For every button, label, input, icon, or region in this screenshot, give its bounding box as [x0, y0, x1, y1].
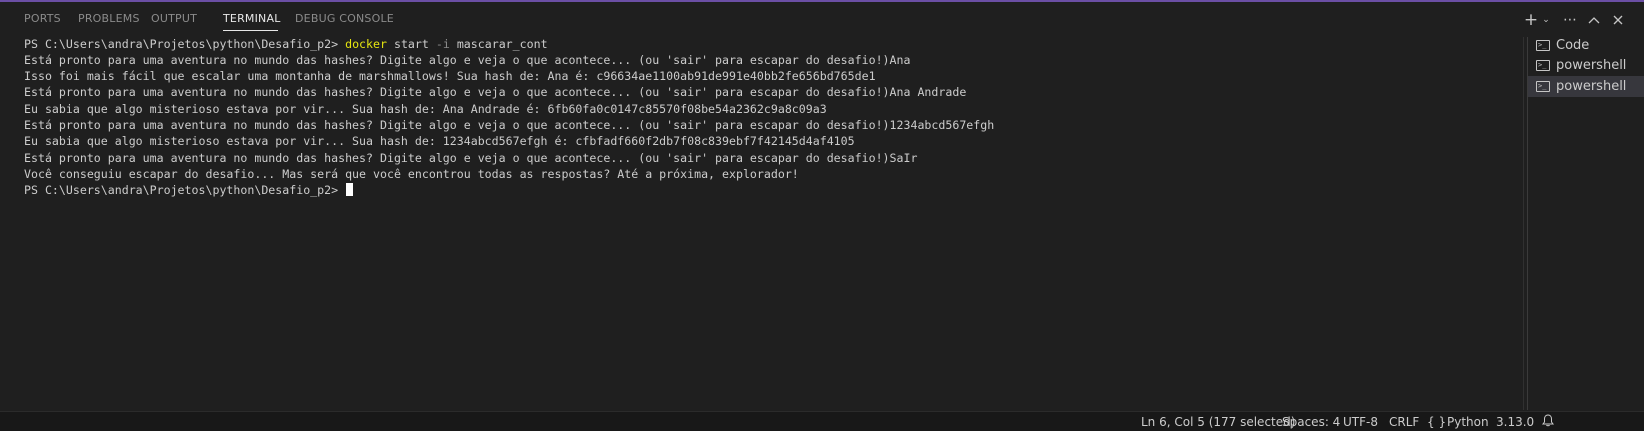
panel-actions: + ⌄ ⋯	[1515, 10, 1644, 30]
terminal-output[interactable]: PS C:\Users\andra\Projetos\python\Desafi…	[0, 35, 1525, 411]
terminal-item-label: powershell	[1556, 58, 1627, 73]
terminal-cursor	[346, 183, 354, 196]
command-line: PS C:\Users\andra\Projetos\python\Desafi…	[24, 36, 548, 53]
status-python-version[interactable]: 3.13.0	[1496, 415, 1534, 429]
tab-debug-console[interactable]: DEBUG CONSOLE	[295, 12, 394, 25]
terminal-icon: >_	[1536, 81, 1550, 92]
command-flag: -i	[435, 37, 450, 51]
tab-output[interactable]: OUTPUT	[151, 12, 197, 25]
status-bar: Ln 6, Col 5 (177 selected) Spaces: 4 UTF…	[0, 411, 1644, 431]
ellipsis-icon[interactable]: ⋯	[1559, 10, 1581, 30]
output-line: Você conseguiu escapar do desafio... Mas…	[24, 167, 799, 181]
terminal-icon: >_	[1536, 60, 1550, 71]
terminal-scrollbar[interactable]	[1523, 37, 1524, 410]
output-line: Está pronto para uma aventura no mundo d…	[24, 151, 918, 165]
status-indentation[interactable]: Spaces: 4	[1282, 415, 1340, 429]
command-name: docker	[345, 37, 387, 51]
panel-tab-bar: PORTS PROBLEMS OUTPUT TERMINAL DEBUG CON…	[0, 2, 1644, 35]
terminal-item-powershell-active[interactable]: >_ powershell	[1528, 76, 1644, 97]
command-arg: mascarar_cont	[456, 37, 548, 51]
braces-icon[interactable]: { }	[1427, 415, 1446, 429]
output-line: Está pronto para uma aventura no mundo d…	[24, 118, 995, 132]
final-prompt-line: PS C:\Users\andra\Projetos\python\Desafi…	[24, 182, 354, 199]
output-line: Eu sabia que algo misterioso estava por …	[24, 102, 827, 116]
terminal-item-powershell[interactable]: >_ powershell	[1528, 55, 1644, 76]
prompt: PS C:\Users\andra\Projetos\python\Desafi…	[24, 37, 339, 51]
command-arg: start	[393, 37, 429, 51]
tab-problems[interactable]: PROBLEMS	[78, 12, 140, 25]
terminal-item-label: powershell	[1556, 79, 1627, 94]
status-language[interactable]: Python	[1447, 415, 1489, 429]
prompt: PS C:\Users\andra\Projetos\python\Desafi…	[24, 183, 339, 197]
output-line: Está pronto para uma aventura no mundo d…	[24, 85, 967, 99]
bell-icon[interactable]	[1542, 414, 1554, 430]
status-eol[interactable]: CRLF	[1389, 415, 1419, 429]
output-line: Está pronto para uma aventura no mundo d…	[24, 53, 911, 67]
close-icon[interactable]	[1607, 10, 1629, 30]
tab-terminal[interactable]: TERMINAL	[223, 12, 281, 25]
output-line: Eu sabia que algo misterioso estava por …	[24, 134, 855, 148]
terminal-icon: >_	[1536, 40, 1550, 51]
active-tab-indicator	[223, 30, 278, 31]
tab-ports[interactable]: PORTS	[24, 12, 61, 25]
terminal-item-label: Code	[1556, 38, 1590, 53]
terminal-item-code[interactable]: >_ Code	[1528, 35, 1644, 56]
output-line: Isso foi mais fácil que escalar uma mont…	[24, 69, 876, 83]
chevron-down-icon[interactable]: ⌄	[1535, 10, 1557, 30]
status-encoding[interactable]: UTF-8	[1343, 415, 1378, 429]
status-cursor-position[interactable]: Ln 6, Col 5 (177 selected)	[1141, 415, 1295, 429]
chevron-up-icon[interactable]	[1583, 10, 1605, 30]
